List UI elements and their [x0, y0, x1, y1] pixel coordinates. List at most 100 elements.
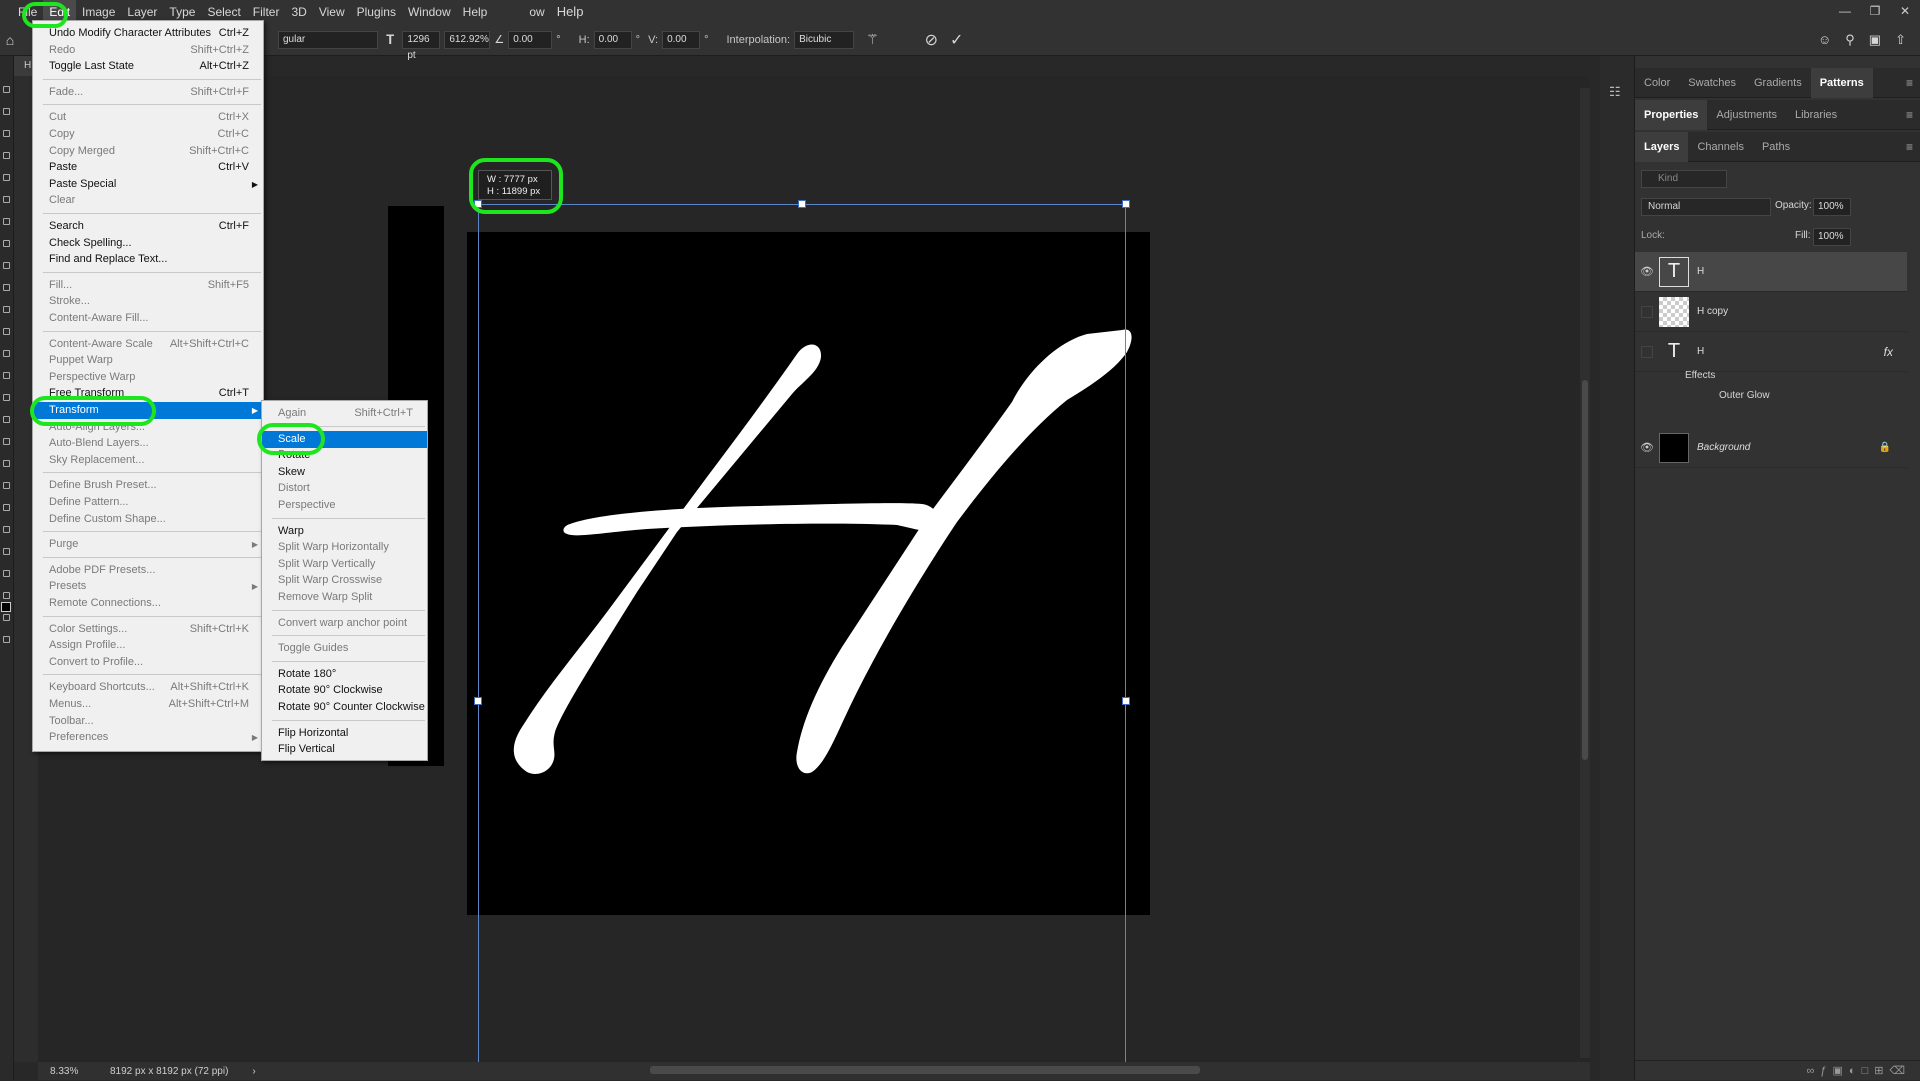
transform-menu-item-flip-horizontal[interactable]: Flip Horizontal	[262, 725, 427, 742]
opacity-field[interactable]: 100%	[1813, 198, 1851, 216]
tool-icon[interactable]	[3, 460, 10, 467]
panel-menu-icon[interactable]: ≡	[1906, 108, 1913, 122]
vertical-scroll-thumb[interactable]	[1582, 380, 1588, 760]
transform-menu-item-skew[interactable]: Skew	[262, 464, 427, 481]
add-mask-icon[interactable]: ▣	[1833, 1065, 1849, 1077]
edit-menu-item-check-spelling[interactable]: Check Spelling...	[33, 235, 263, 252]
edit-menu-item-paste-special[interactable]: Paste Special ▶	[33, 176, 263, 193]
menu-3d[interactable]: 3D	[285, 0, 312, 24]
visibility-off-icon[interactable]	[1641, 305, 1653, 318]
interpolation-select[interactable]: Bicubic	[794, 30, 855, 49]
adjustment-layer-icon[interactable]: ◐	[1849, 1065, 1862, 1077]
visibility-off-icon[interactable]	[1641, 345, 1653, 358]
tool-icon[interactable]	[3, 482, 10, 489]
layers-panel-tab-paths[interactable]: Paths	[1753, 132, 1799, 162]
edit-menu-item-toggle-last-state[interactable]: Toggle Last State Alt+Ctrl+Z	[33, 58, 263, 75]
layer-name[interactable]: H	[1697, 346, 1704, 357]
tool-icon[interactable]	[3, 570, 10, 577]
layer-name[interactable]: Background	[1697, 442, 1750, 453]
layer-row[interactable]: T Hfx	[1635, 332, 1907, 372]
cancel-transform-icon[interactable]: ⊘	[925, 30, 938, 50]
transform-handle-top-right[interactable]	[1122, 200, 1130, 208]
transform-menu-item-warp[interactable]: Warp	[262, 523, 427, 540]
workspace-icon[interactable]: ▣	[1869, 32, 1881, 48]
layer-row[interactable]: 👁 Background 🔒	[1635, 428, 1907, 468]
menu-help[interactable]: Help	[457, 0, 494, 24]
layer-row[interactable]: 👁 T H	[1635, 252, 1907, 292]
scale-field[interactable]: 612.92%	[444, 30, 491, 49]
status-arrow-icon[interactable]: ›	[252, 1066, 255, 1077]
tool-icon[interactable]	[3, 526, 10, 533]
tool-icon[interactable]	[3, 636, 10, 643]
tool-icon[interactable]	[3, 108, 10, 115]
color-panel-tab-swatches[interactable]: Swatches	[1679, 68, 1745, 98]
tool-icon[interactable]	[3, 394, 10, 401]
tool-icon[interactable]	[3, 614, 10, 621]
tool-icon[interactable]	[3, 86, 10, 93]
fx-icon[interactable]: fx	[1884, 345, 1893, 359]
tool-icon[interactable]	[3, 262, 10, 269]
tool-icon[interactable]	[3, 240, 10, 247]
layers-panel-tab-layers[interactable]: Layers	[1635, 131, 1689, 162]
foreground-color-swatch[interactable]	[1, 602, 11, 612]
link-layers-icon[interactable]: ∞	[1807, 1065, 1821, 1077]
tool-icon[interactable]	[3, 306, 10, 313]
layer-filter-kind[interactable]: Kind	[1641, 170, 1727, 188]
edit-menu-item-paste[interactable]: Paste Ctrl+V	[33, 159, 263, 176]
color-panel-tab-color[interactable]: Color	[1635, 68, 1679, 98]
layer-row[interactable]: H copy	[1635, 292, 1907, 332]
restore-icon[interactable]: ❐	[1860, 0, 1890, 24]
tool-icon[interactable]	[3, 592, 10, 599]
properties-panel-tab-libraries[interactable]: Libraries	[1786, 100, 1846, 130]
h-skew-field[interactable]: 0.00	[593, 30, 632, 49]
new-layer-icon[interactable]: ⊞	[1874, 1065, 1889, 1077]
transform-menu-item-rotate-90-counter-clockwise[interactable]: Rotate 90° Counter Clockwise	[262, 699, 427, 716]
tool-icon[interactable]	[3, 196, 10, 203]
panel-menu-icon[interactable]: ≡	[1906, 76, 1913, 90]
layer-name[interactable]: H copy	[1697, 306, 1728, 317]
edit-menu-item-search[interactable]: Search Ctrl+F	[33, 218, 263, 235]
tool-icon[interactable]	[3, 284, 10, 291]
tool-icon[interactable]	[3, 416, 10, 423]
layer-name[interactable]: H	[1697, 266, 1704, 277]
menu-view[interactable]: View	[313, 0, 351, 24]
layers-panel-tab-channels[interactable]: Channels	[1688, 132, 1752, 162]
zoom-level[interactable]: 8.33%	[38, 1066, 98, 1077]
visibility-eye-icon[interactable]: 👁	[1635, 441, 1659, 454]
properties-panel-tab-properties[interactable]: Properties	[1635, 99, 1708, 130]
search-icon[interactable]: ⚲	[1845, 32, 1855, 48]
export-icon[interactable]: ⇧	[1895, 32, 1906, 48]
transform-handle-left[interactable]	[474, 697, 482, 705]
close-icon[interactable]: ✕	[1890, 0, 1920, 24]
layer-effect-outer-glow[interactable]: Outer Glow	[1719, 390, 1770, 401]
font-size-field[interactable]: 1296 pt	[402, 30, 441, 61]
transform-bounding-box[interactable]	[474, 200, 1130, 1066]
tool-icon[interactable]	[3, 328, 10, 335]
tool-icon[interactable]	[3, 218, 10, 225]
tool-icon[interactable]	[3, 152, 10, 159]
warp-mode-icon[interactable]: ⚚	[866, 31, 879, 48]
transform-menu-item-rotate-180[interactable]: Rotate 180°	[262, 666, 427, 683]
tool-icon[interactable]	[3, 504, 10, 511]
tool-icon[interactable]	[3, 350, 10, 357]
transform-handle-top[interactable]	[798, 200, 806, 208]
add-fx-icon[interactable]: ƒ	[1820, 1065, 1832, 1077]
font-style-select[interactable]: gular	[278, 30, 378, 49]
edit-menu-item-find-and-replace-text[interactable]: Find and Replace Text...	[33, 251, 263, 268]
tool-icon[interactable]	[3, 174, 10, 181]
home-icon[interactable]: ⌂	[0, 32, 20, 48]
fill-field[interactable]: 100%	[1813, 228, 1851, 246]
commit-transform-icon[interactable]: ✓	[950, 30, 963, 50]
transform-menu-item-flip-vertical[interactable]: Flip Vertical	[262, 741, 427, 758]
panel-menu-icon[interactable]: ≡	[1906, 140, 1913, 154]
new-group-icon[interactable]: □	[1862, 1065, 1875, 1077]
tool-icon[interactable]	[3, 438, 10, 445]
color-panel-tab-gradients[interactable]: Gradients	[1745, 68, 1811, 98]
lock-icon[interactable]: 🔒	[1879, 442, 1891, 453]
tool-icon[interactable]	[3, 548, 10, 555]
menu-window[interactable]: Window	[402, 0, 457, 24]
menu-plugins[interactable]: Plugins	[351, 0, 402, 24]
properties-panel-tab-adjustments[interactable]: Adjustments	[1707, 100, 1786, 130]
horizontal-scroll-thumb[interactable]	[650, 1066, 1200, 1074]
color-panel-tab-patterns[interactable]: Patterns	[1810, 67, 1873, 98]
